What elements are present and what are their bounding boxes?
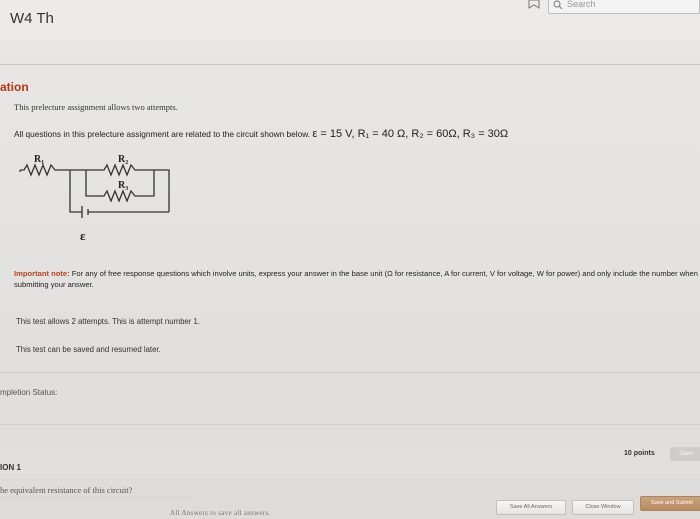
save-answer-button[interactable]: Save — [670, 447, 700, 461]
search-placeholder: Search — [567, 0, 596, 9]
section-title: ation — [0, 80, 29, 94]
attempt-count: This test allows 2 attempts. This is att… — [16, 317, 201, 326]
important-note: Important note: For any of free response… — [14, 268, 700, 290]
close-window-button[interactable]: Close Window — [572, 500, 634, 515]
search-icon — [553, 0, 563, 10]
resume-note: This test can be saved and resumed later… — [16, 345, 161, 354]
resistor-r1 — [20, 163, 70, 177]
save-all-answers-button[interactable]: Save All Answers — [496, 500, 566, 515]
search-input[interactable]: Search — [548, 0, 700, 14]
important-label: Important note: — [14, 269, 70, 278]
label-emf: ε — [80, 228, 86, 243]
footer-hint: All Answers to save all answers. — [170, 509, 271, 517]
question-header — [0, 448, 700, 474]
divider — [0, 497, 190, 498]
label-r1: R₁ — [34, 154, 44, 165]
divider — [0, 372, 700, 373]
circuit-intro: All questions in this prelecture assignm… — [14, 128, 508, 140]
wire-bottom — [69, 170, 82, 213]
circuit-diagram: R₁ R₂ R₃ ε — [19, 154, 170, 243]
bookmark-icon[interactable] — [528, 0, 540, 9]
label-r3: R₃ — [118, 180, 128, 191]
circuit-intro-text: All questions in this prelecture assignm… — [14, 129, 311, 139]
divider — [0, 424, 700, 425]
important-text: For any of free response questions which… — [14, 269, 698, 289]
label-r2: R₂ — [118, 154, 128, 165]
question-points: 10 points — [624, 450, 655, 457]
completion-status: mpletion Status: — [0, 388, 58, 397]
attempts-note: This prelecture assignment allows two at… — [14, 102, 178, 112]
circuit-equation: ε = 15 V, R₁ = 40 Ω, R₂ = 60Ω, R₃ = 30Ω — [312, 128, 509, 140]
question-text: he equivalent resistance of this circuit… — [0, 485, 133, 495]
question-label: ION 1 — [0, 463, 21, 472]
course-title: W4 Th — [10, 10, 54, 27]
save-and-submit-button[interactable]: Save and Submit — [640, 496, 700, 511]
divider — [0, 64, 700, 65]
